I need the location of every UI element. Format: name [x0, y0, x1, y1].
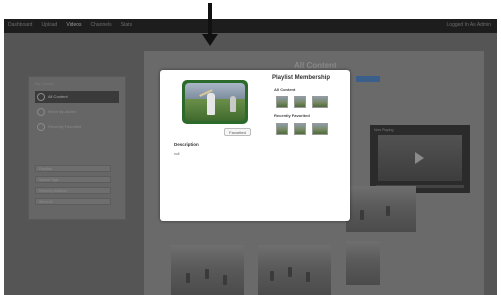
pointer-arrow-icon: [202, 34, 218, 46]
description-heading: Description: [174, 142, 199, 147]
playlist-membership-heading: Playlist Membership: [272, 75, 331, 81]
user-account-link[interactable]: Logged In As Admin: [447, 22, 491, 28]
video-thumbnail[interactable]: [346, 186, 416, 232]
thumbnail-figure: [386, 206, 390, 216]
description-text: null: [174, 152, 180, 156]
sidebar-field-show-all[interactable]: Show All: [35, 198, 111, 205]
video-thumbnail[interactable]: [346, 241, 380, 285]
thumbnail-figure: [360, 210, 364, 220]
thumbnail-figure: [288, 267, 292, 277]
playlist-thumbnail[interactable]: [276, 96, 288, 108]
playlist-thumbnail[interactable]: [276, 123, 288, 135]
favorited-button[interactable]: Favorited: [224, 128, 251, 136]
preview-batter: [207, 93, 215, 115]
sidebar-item-recently-favorited[interactable]: Recently Favorited: [35, 121, 119, 133]
sidebar-item-recently-added[interactable]: Recently Added: [35, 106, 119, 118]
page-title: All Content: [294, 61, 337, 70]
clock-icon: [37, 108, 45, 116]
video-thumbnail[interactable]: [171, 245, 244, 295]
playlist-thumbnail[interactable]: [294, 123, 306, 135]
sidebar-field-recently-watched[interactable]: Recently Watched: [35, 187, 111, 194]
nav-item-channels[interactable]: Channels: [91, 22, 112, 28]
sidebar-item-label: Recently Added: [48, 109, 77, 114]
app-window: Dashboard Upload Videos Channels Stats L…: [4, 19, 497, 295]
nav-item-stats[interactable]: Stats: [121, 22, 132, 28]
sidebar-item-label: Recently Favorited: [48, 124, 82, 129]
video-title: Now Playing: [374, 128, 394, 132]
preview-catcher: [230, 96, 236, 112]
video-detail-modal: Favorited Description null Playlist Memb…: [160, 70, 350, 221]
video-player[interactable]: Now Playing: [370, 125, 470, 193]
playlist-thumbnail[interactable]: [312, 96, 328, 108]
main-nav: Dashboard Upload Videos Channels Stats: [8, 22, 132, 28]
star-icon: [37, 123, 45, 131]
playlist-section-title: Recently Favorited: [274, 113, 310, 118]
thumbnail-figure: [306, 272, 310, 282]
playlist-thumbnail[interactable]: [312, 123, 328, 135]
sidebar: My Library All Content Recently Added Re…: [28, 76, 126, 220]
sidebar-field-playlists[interactable]: Playlists: [35, 165, 111, 172]
preview-field: [185, 99, 245, 121]
folder-icon: [37, 93, 45, 101]
thumbnail-figure: [270, 271, 274, 281]
thumbnail-figure: [223, 275, 227, 285]
play-icon[interactable]: [415, 152, 424, 164]
thumbnail-figure: [205, 269, 209, 279]
playlist-thumbnail[interactable]: [294, 96, 306, 108]
nav-item-dashboard[interactable]: Dashboard: [8, 22, 32, 28]
video-preview-image[interactable]: [182, 80, 248, 124]
pointer-arrow-shaft: [208, 3, 212, 38]
nav-item-upload[interactable]: Upload: [41, 22, 57, 28]
sidebar-item-label: All Content: [48, 94, 68, 99]
sidebar-field-search-tags[interactable]: Search Tags: [35, 176, 111, 183]
sidebar-header: My Library: [35, 81, 54, 86]
video-thumbnail[interactable]: [258, 245, 331, 295]
header-action-button[interactable]: [356, 76, 380, 82]
top-navigation-bar: Dashboard Upload Videos Channels Stats L…: [4, 19, 497, 33]
sidebar-item-all-content[interactable]: All Content: [35, 91, 119, 103]
thumbnail-figure: [186, 273, 190, 283]
preview-sky: [185, 83, 245, 99]
nav-item-videos[interactable]: Videos: [66, 22, 81, 28]
playlist-section-title: All Content: [274, 87, 296, 92]
